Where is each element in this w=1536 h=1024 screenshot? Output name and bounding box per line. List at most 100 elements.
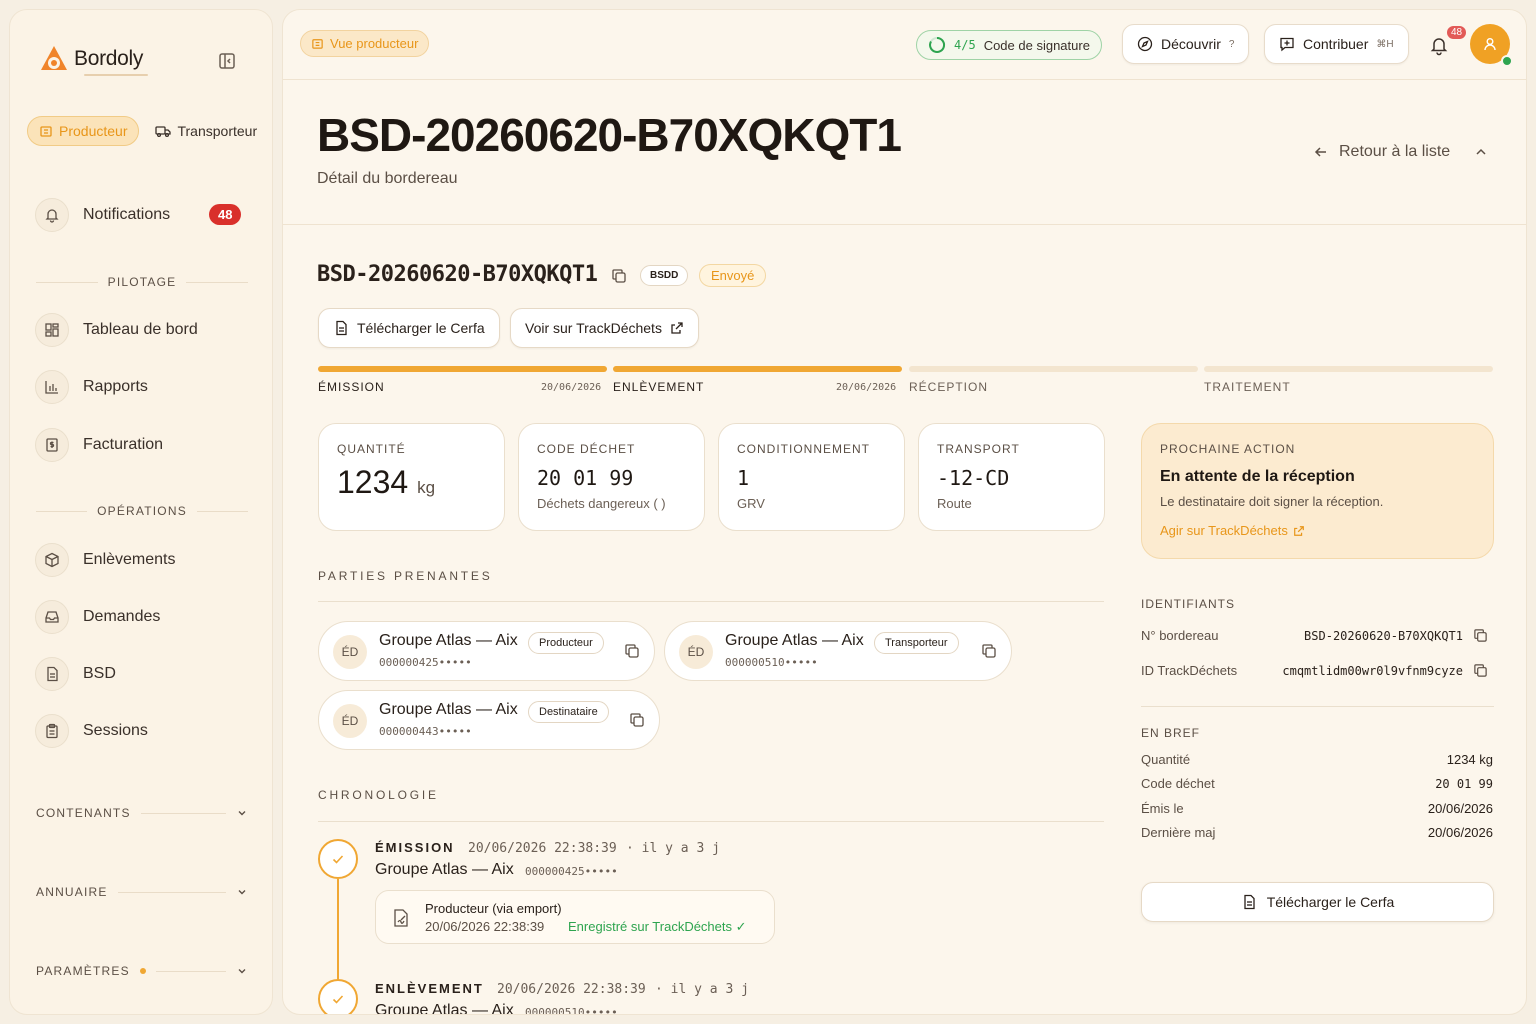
chevron-up-icon[interactable]: [1474, 145, 1488, 159]
detail-datetime: 20/06/2026 22:38:39: [425, 919, 545, 934]
section-operations: OPÉRATIONS: [36, 504, 249, 518]
view-mode-chip[interactable]: Vue producteur: [300, 30, 430, 57]
page-title: BSD-20260620-B70XQKQT1: [317, 109, 902, 161]
section-pilotage: PILOTAGE: [36, 275, 249, 289]
sidebar-item-bsd[interactable]: BSD: [35, 657, 116, 691]
arrow-left-icon: [1314, 147, 1326, 157]
truck-icon: [155, 126, 172, 138]
progress-ring-icon: [929, 36, 946, 53]
sidebar-item-tableau-de-bord[interactable]: Tableau de bord: [35, 313, 198, 347]
group-annuaire[interactable]: ANNUAIRE: [36, 885, 248, 899]
timeline-siret: 000000510•••••: [525, 1006, 618, 1015]
next-action-link[interactable]: Agir sur TrackDéchets: [1160, 523, 1475, 538]
transport-card: TRANSPORT -12-CD Route: [918, 423, 1105, 531]
compass-icon: [1137, 36, 1153, 52]
timeline-heading: CHRONOLOGIE: [318, 788, 439, 802]
attention-dot: [139, 968, 146, 974]
timeline-org: Groupe Atlas — Aix: [375, 861, 514, 878]
card-label: QUANTITÉ: [337, 442, 406, 456]
summary-value: 20/06/2026: [1427, 825, 1493, 840]
sidebar-item-label: Sessions: [83, 722, 148, 739]
summary-value: 20 01 99: [1435, 777, 1493, 791]
detail-title: Producteur (via emport): [425, 901, 562, 916]
discover-shortcut: ?: [1228, 38, 1235, 50]
parties-heading: PARTIES PRENANTES: [318, 569, 493, 583]
download-cerfa-button[interactable]: Télécharger le Cerfa: [318, 308, 500, 348]
role-tab-transporteur[interactable]: Transporteur: [151, 117, 261, 145]
party-siret: 000000425•••••: [379, 656, 472, 669]
identifier-value: cmqmtlidm00wr0l9vfnm9cyze: [1282, 664, 1463, 678]
bsd-identifier: BSD-20260620-B70XQKQT1: [317, 262, 598, 287]
summary-label: Dernière maj: [1141, 825, 1216, 840]
step-label: RÉCEPTION: [909, 380, 989, 394]
external-link-icon: [1293, 525, 1304, 536]
card-sub: GRV: [737, 496, 765, 511]
card-unit: kg: [417, 478, 436, 497]
next-action-card: PROCHAINE ACTION En attente de la récept…: [1141, 423, 1494, 559]
file-signature-icon: [394, 909, 408, 927]
discover-button[interactable]: Découvrir ?: [1122, 24, 1250, 64]
role-tab-label: Producteur: [59, 123, 128, 139]
step-bar-enlevement: [613, 366, 902, 372]
timeline-step: ENLÈVEMENT: [375, 981, 484, 996]
party-destinataire: ÉD Groupe Atlas — Aix 000000443••••• Des…: [318, 690, 660, 750]
timeline-datetime: 20/06/2026 22:38:39: [468, 841, 617, 856]
copy-icon[interactable]: [1473, 663, 1488, 678]
signature-progress: 4/5: [954, 38, 976, 52]
party-name: Groupe Atlas — Aix: [379, 632, 518, 649]
card-sub: Route: [937, 496, 972, 511]
step-date: 20/06/2026: [541, 382, 602, 393]
copy-icon[interactable]: [624, 643, 640, 659]
summary-label: Code déchet: [1141, 776, 1215, 791]
signature-code-chip[interactable]: 4/5 Code de signature: [916, 30, 1102, 60]
dashboard-icon: [35, 313, 69, 347]
sidebar-item-rapports[interactable]: Rapports: [35, 370, 148, 404]
identifier-label: N° bordereau: [1141, 628, 1219, 643]
step-bar-traitement: [1204, 366, 1493, 372]
package-icon: [35, 543, 69, 577]
sidebar-item-notifications[interactable]: Notifications: [35, 198, 170, 232]
contribute-shortcut: ⌘H: [1376, 38, 1394, 50]
next-action-text: Le destinataire doit signer la réception…: [1160, 494, 1384, 509]
copy-icon[interactable]: [611, 268, 627, 284]
group-contenants[interactable]: CONTENANTS: [36, 806, 248, 820]
waste-code-card: CODE DÉCHET 20 01 99 Déchets dangereux (…: [518, 423, 705, 531]
party-producteur: ÉD Groupe Atlas — Aix 000000425••••• Pro…: [318, 621, 655, 681]
copy-icon[interactable]: [629, 712, 645, 728]
summary-download-cerfa-button[interactable]: Télécharger le Cerfa: [1141, 882, 1494, 922]
role-tab-producteur[interactable]: Producteur: [27, 116, 140, 146]
identifier-label: ID TrackDéchets: [1141, 663, 1238, 678]
summary-value: 20/06/2026: [1427, 801, 1493, 816]
timeline-event-detail: Producteur (via emport) 20/06/2026 22:38…: [375, 890, 775, 944]
group-label: CONTENANTS: [36, 806, 131, 820]
timeline-step: ÉMISSION: [375, 840, 455, 855]
copy-icon[interactable]: [981, 643, 997, 659]
packaging-card: CONDITIONNEMENT 1 GRV: [718, 423, 905, 531]
sidebar-item-sessions[interactable]: Sessions: [35, 714, 148, 748]
copy-icon[interactable]: [1473, 628, 1488, 643]
next-action-link-label: Agir sur TrackDéchets: [1160, 523, 1288, 538]
external-link-icon: [671, 322, 683, 334]
chevron-down-icon: [238, 890, 246, 895]
contribute-button[interactable]: Contribuer ⌘H: [1264, 24, 1409, 64]
logo-tagline: [84, 74, 148, 76]
identifier-value: BSD-20260620-B70XQKQT1: [1304, 629, 1463, 643]
view-trackdechets-button[interactable]: Voir sur TrackDéchets: [510, 308, 699, 348]
section-label: PILOTAGE: [107, 275, 177, 289]
quantity-card: QUANTITÉ 1234 kg: [318, 423, 505, 531]
bar-chart-icon: [35, 370, 69, 404]
next-action-title: En attente de la réception: [1160, 468, 1355, 485]
collapse-sidebar-icon[interactable]: [218, 52, 236, 70]
parties-divider: [318, 601, 1104, 602]
group-parametres[interactable]: PARAMÈTRES: [36, 964, 248, 978]
card-value: 1: [737, 466, 750, 490]
sidebar-item-demandes[interactable]: Demandes: [35, 600, 160, 634]
detail-status: Enregistré sur TrackDéchets ✓: [568, 919, 747, 934]
sidebar-item-enlevements[interactable]: Enlèvements: [35, 543, 176, 577]
back-to-list-link[interactable]: Retour à la liste: [1313, 143, 1488, 161]
identifiers-heading: IDENTIFIANTS: [1141, 597, 1236, 611]
card-value: 20 01 99: [537, 466, 634, 490]
sidebar-item-facturation[interactable]: Facturation: [35, 428, 163, 462]
sidebar-item-label: Tableau de bord: [83, 321, 198, 338]
logo[interactable]: Bordoly: [38, 44, 148, 76]
